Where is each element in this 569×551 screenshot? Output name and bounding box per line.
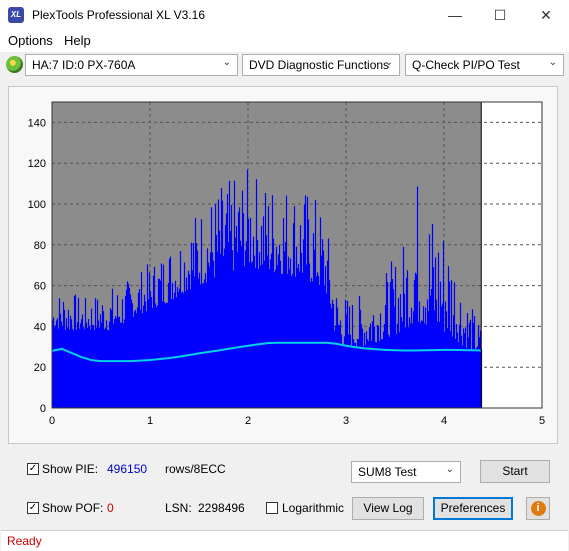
menu-bar: Options Help (0, 30, 569, 52)
status-bar: Ready (1, 530, 568, 551)
chevron-down-icon: ⌄ (222, 57, 231, 68)
show-pie-checkbox[interactable]: ✓ (27, 463, 39, 475)
logarithmic-label: Logarithmic (282, 501, 345, 515)
test-select[interactable]: Q-Check PI/PO Test ⌄ (405, 54, 564, 76)
y-tick-label: 60 (34, 281, 46, 293)
plot-unused-region (481, 102, 542, 408)
y-tick-label: 120 (28, 158, 46, 170)
app-logo-icon: XL (8, 7, 24, 23)
logarithmic-checkbox[interactable] (266, 502, 278, 514)
maximize-icon[interactable]: ☐ (477, 0, 523, 30)
sum-test-value: SUM8 Test (358, 465, 417, 479)
view-log-button[interactable]: View Log (352, 497, 424, 520)
y-tick-label: 40 (34, 321, 46, 333)
x-tick-label: 3 (343, 415, 349, 427)
menu-options[interactable]: Options (8, 33, 53, 48)
function-select[interactable]: DVD Diagnostic Functions ⌄ (242, 54, 400, 76)
pie-chart-svg: 0 20 40 60 80 100 120 140 0 1 2 3 4 5 (28, 101, 545, 427)
show-pof-checkbox[interactable]: ✓ (27, 502, 39, 514)
close-icon[interactable]: ✕ (523, 0, 569, 30)
show-pie-label: Show PIE: (42, 462, 99, 476)
pie-value: 496150 (107, 462, 148, 476)
test-select-value: Q-Check PI/PO Test (412, 58, 520, 72)
x-tick-label: 4 (441, 415, 447, 427)
drive-select[interactable]: HA:7 ID:0 PX-760A ⌄ (25, 54, 238, 76)
window-title: PlexTools Professional XL V3.16 (32, 8, 205, 22)
y-tick-label: 100 (28, 199, 46, 211)
pof-value: 0 (107, 501, 114, 515)
preferences-button[interactable]: Preferences (433, 497, 513, 520)
y-tick-label: 20 (34, 362, 46, 374)
x-tick-label: 5 (539, 415, 545, 427)
menu-help[interactable]: Help (64, 33, 91, 48)
title-bar: XL PlexTools Professional XL V3.16 — ☐ ✕ (0, 0, 569, 30)
lsn-label: LSN: (165, 501, 192, 515)
x-tick-label: 0 (49, 415, 55, 427)
info-button[interactable]: i (526, 497, 550, 520)
info-icon: i (530, 501, 546, 516)
sum-test-select[interactable]: SUM8 Test ⌄ (351, 461, 461, 483)
minimize-icon[interactable]: — (432, 0, 478, 30)
function-select-value: DVD Diagnostic Functions (249, 58, 390, 72)
chevron-down-icon: ⌄ (548, 57, 557, 68)
y-tick-label: 140 (28, 117, 46, 129)
start-button[interactable]: Start (480, 460, 550, 483)
rows-label: rows/8ECC (165, 462, 226, 476)
chevron-down-icon: ⌄ (384, 57, 393, 68)
show-pof-label: Show POF: (42, 501, 104, 515)
chevron-down-icon: ⌄ (445, 464, 454, 475)
y-tick-label: 0 (40, 403, 46, 415)
drive-select-value: HA:7 ID:0 PX-760A (32, 58, 136, 72)
chart-panel: 0 20 40 60 80 100 120 140 0 1 2 3 4 5 (8, 86, 558, 444)
x-tick-label: 2 (245, 415, 251, 427)
drive-disc-icon (6, 56, 23, 73)
status-text: Ready (7, 534, 42, 548)
y-tick-label: 80 (34, 240, 46, 252)
x-tick-label: 1 (147, 415, 153, 427)
lsn-value: 2298496 (198, 501, 245, 515)
